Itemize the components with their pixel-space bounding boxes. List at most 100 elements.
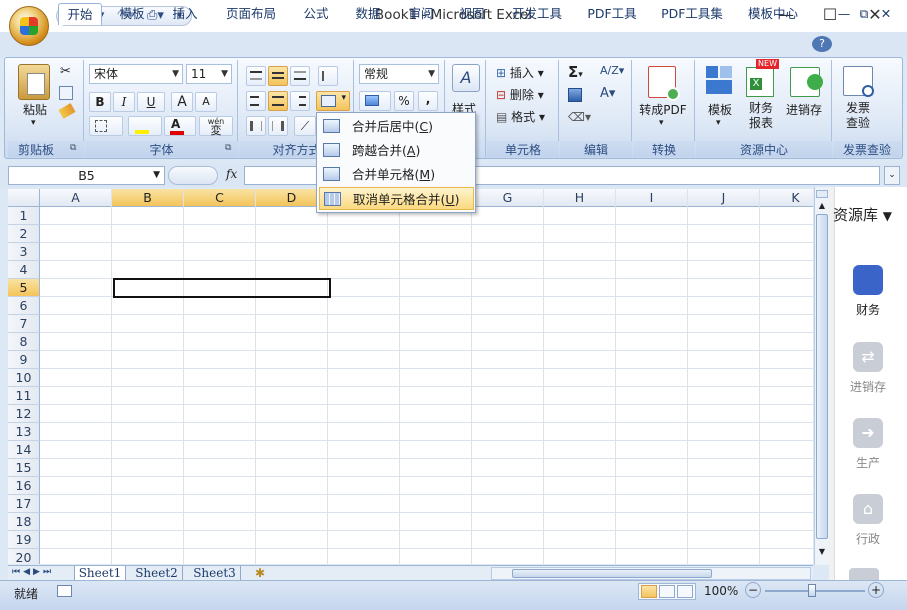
align-left-button[interactable] [246, 91, 266, 111]
align-right-button[interactable] [290, 91, 310, 111]
phonetic-button[interactable]: wén 変 [199, 116, 233, 136]
side-item-finance[interactable]: 财务 [829, 265, 907, 318]
row-header-13[interactable]: 13 [8, 423, 40, 441]
find-select-button[interactable]: A▾ [600, 86, 615, 101]
vertical-scrollbar[interactable]: ▲ ▼ [814, 187, 829, 565]
select-all-corner[interactable] [8, 189, 40, 207]
row-header-17[interactable]: 17 [8, 495, 40, 513]
column-header-h[interactable]: H [544, 189, 616, 207]
row-header-4[interactable]: 4 [8, 261, 40, 279]
align-top-button[interactable] [246, 66, 266, 86]
column-header-g[interactable]: G [472, 189, 544, 207]
row-header-7[interactable]: 7 [8, 315, 40, 333]
row-header-2[interactable]: 2 [8, 225, 40, 243]
page-layout-view-icon[interactable] [659, 585, 675, 598]
paste-dropdown-icon[interactable]: ▾ [31, 118, 36, 128]
pdf-icon[interactable] [648, 66, 680, 101]
invoice-check-button[interactable]: 发票 查验 [840, 101, 876, 131]
cut-icon[interactable]: ✂ [60, 64, 71, 79]
tab-templates[interactable]: 模板 [110, 3, 154, 25]
currency-button[interactable] [359, 91, 391, 111]
merge-center-button[interactable]: ▾ [316, 91, 350, 111]
zoom-in-button[interactable]: + [868, 582, 884, 598]
percent-button[interactable]: % [394, 91, 414, 111]
normal-view-icon[interactable] [641, 585, 657, 598]
row-header-19[interactable]: 19 [8, 531, 40, 549]
chevron-down-icon[interactable]: ▾ [716, 118, 721, 128]
scroll-thumb[interactable] [816, 214, 828, 539]
side-item-inventory[interactable]: ⇄ 进销存 [829, 342, 907, 395]
horizontal-scrollbar[interactable] [491, 567, 811, 580]
sheet-nav-icons[interactable]: ⏮◀▶⏭ [12, 567, 54, 577]
font-size-combo[interactable]: 11 ▼ [186, 64, 232, 84]
h-scroll-thumb[interactable] [512, 569, 712, 578]
italic-button[interactable]: I [113, 92, 135, 112]
zoom-slider-thumb[interactable] [808, 584, 816, 597]
page-break-view-icon[interactable] [677, 585, 693, 598]
tab-pdf-toolset[interactable]: PDF工具集 [654, 3, 730, 25]
template-icon[interactable] [706, 66, 734, 96]
row-header-12[interactable]: 12 [8, 405, 40, 423]
selected-range[interactable] [113, 278, 331, 298]
macro-record-icon[interactable] [57, 585, 72, 597]
scroll-up-icon[interactable]: ▲ [816, 201, 828, 213]
insert-cells-button[interactable]: ⊞ 插入 ▾ [496, 64, 544, 81]
office-button[interactable] [9, 6, 49, 46]
row-header-16[interactable]: 16 [8, 477, 40, 495]
paste-icon[interactable] [18, 64, 50, 100]
tab-page-layout[interactable]: 页面布局 [218, 3, 284, 25]
styles-icon[interactable]: A [452, 64, 480, 92]
zoom-out-button[interactable]: − [745, 582, 761, 598]
tab-review[interactable]: 审阅 [399, 3, 443, 25]
column-header-i[interactable]: I [616, 189, 688, 207]
convert-pdf-button[interactable]: 转成PDF [638, 101, 688, 118]
expand-formula-bar-icon[interactable]: ⌄ [884, 166, 900, 185]
side-item-production[interactable]: ➜ 生产 [829, 418, 907, 471]
orientation-button[interactable]: ⟋ [294, 116, 316, 136]
wrap-text-button[interactable] [318, 66, 338, 86]
grow-font-button[interactable]: A [171, 92, 193, 112]
tab-pdf-tools[interactable]: PDF工具 [580, 3, 644, 25]
tab-insert[interactable]: 插入 [163, 3, 207, 25]
column-header-c[interactable]: C [184, 189, 256, 207]
chevron-down-icon[interactable]: ▾ [659, 118, 664, 128]
font-color-button[interactable]: A [164, 116, 196, 136]
finance-report-icon[interactable]: X NEW [746, 59, 779, 97]
number-format-combo[interactable]: 常规 ▼ [359, 64, 439, 84]
finance-report-button[interactable]: 财务 报表 [744, 101, 778, 131]
ribbon-minimize-icon[interactable]: — [836, 3, 852, 25]
row-header-20[interactable]: 20 [8, 549, 40, 564]
formula-bar-slider[interactable] [168, 166, 218, 185]
row-header-8[interactable]: 8 [8, 333, 40, 351]
tab-data[interactable]: 数据 [346, 3, 390, 25]
inventory-button[interactable]: 进销存 [782, 101, 826, 118]
menu-merge-across[interactable]: 跨越合并(A) [319, 139, 474, 162]
column-header-k[interactable]: K [760, 189, 813, 207]
decrease-indent-button[interactable] [246, 116, 266, 136]
row-header-3[interactable]: 3 [8, 243, 40, 261]
format-cells-button[interactable]: ▤ 格式 ▾ [496, 108, 545, 125]
clear-button[interactable]: ⌫▾ [568, 110, 591, 124]
ribbon-restore-icon[interactable]: ⧉ [856, 3, 872, 25]
side-item-admin[interactable]: ⌂ 行政 [829, 494, 907, 547]
menu-merge-center[interactable]: 合并后居中(C) [319, 115, 474, 138]
copy-icon[interactable] [59, 86, 73, 100]
row-header-14[interactable]: 14 [8, 441, 40, 459]
tab-developer[interactable]: 开发工具 [504, 3, 570, 25]
split-box[interactable] [816, 190, 828, 198]
tab-view[interactable]: 视图 [450, 3, 494, 25]
invoice-check-icon[interactable] [843, 66, 874, 97]
comma-button[interactable]: , [418, 91, 438, 111]
shrink-font-button[interactable]: A [195, 92, 217, 112]
scroll-down-icon[interactable]: ▼ [816, 547, 828, 559]
bold-button[interactable]: B [89, 92, 111, 112]
row-header-18[interactable]: 18 [8, 513, 40, 531]
tab-template-center[interactable]: 模板中心 [740, 3, 806, 25]
clipboard-launcher-icon[interactable]: ⧉ [70, 143, 76, 153]
font-launcher-icon[interactable]: ⧉ [225, 143, 231, 153]
spreadsheet-grid[interactable]: ABCDEFGHIJK 1234567891011121314151617181… [8, 189, 813, 564]
row-header-15[interactable]: 15 [8, 459, 40, 477]
font-name-combo[interactable]: 宋体 ▼ [89, 64, 183, 84]
ribbon-close-icon[interactable]: ✕ [878, 3, 894, 25]
help-icon[interactable]: ? [812, 36, 832, 52]
